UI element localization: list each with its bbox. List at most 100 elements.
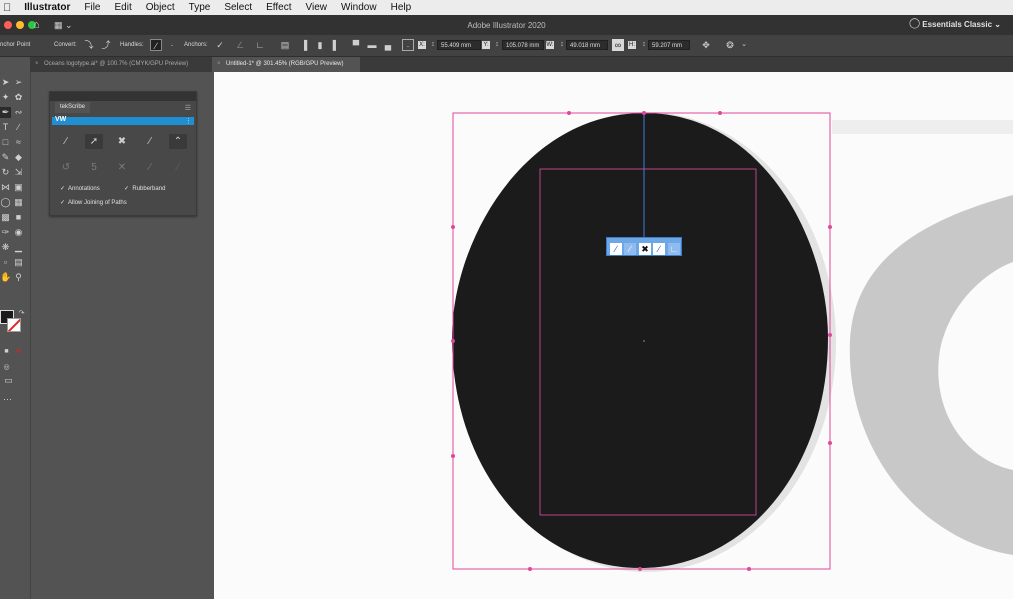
align-top-icon[interactable]: ▀ [350, 39, 362, 51]
panel-resize-icon[interactable]: ⋮ [185, 117, 192, 125]
bezier-handle-icon[interactable]: ∕ [169, 160, 187, 175]
convert-corner-icon[interactable]: ⤵ [83, 39, 95, 51]
lasso-tool-icon[interactable]: ✿ [13, 92, 24, 103]
straight-segment-icon[interactable]: ∕ [57, 134, 75, 149]
hide-handles-icon[interactable]: · [166, 39, 178, 51]
show-handles-icon[interactable]: ∕ [150, 39, 162, 51]
column-graph-tool-icon[interactable]: ▁ [13, 242, 24, 253]
perspective-grid-tool-icon[interactable]: ▦ [13, 197, 24, 208]
color-mode-icon[interactable]: ■ [1, 346, 12, 357]
menu-window[interactable]: Window [334, 0, 384, 15]
curvature-tool-icon[interactable]: ∾ [13, 107, 24, 118]
curve-handle-icon[interactable]: ∕ [653, 243, 665, 255]
rotate-tool-icon[interactable]: ↻ [0, 167, 11, 178]
pencil-tool-icon[interactable]: ✎ [0, 152, 11, 163]
constrain-proportions-icon[interactable]: ∞ [612, 39, 624, 51]
remove-anchor-icon[interactable]: ✓ [214, 39, 226, 51]
menu-select[interactable]: Select [217, 0, 259, 15]
hand-tool-icon[interactable]: ✋ [0, 272, 11, 283]
delete-segment-icon[interactable]: ✖ [113, 134, 131, 149]
tekscribe-mini-widget[interactable]: ∕ ∕ ✖ ∕ ∟ [606, 237, 682, 256]
workspace-switcher[interactable]: Essentials Classic ⌄ [922, 20, 1001, 29]
line-tool-icon[interactable]: ∕ [13, 122, 24, 133]
align-hcenter-icon[interactable]: ▮ [314, 39, 326, 51]
draw-mode-icon[interactable]: ◎ [1, 362, 12, 373]
close-tab-icon[interactable]: × [35, 57, 39, 72]
menu-effect[interactable]: Effect [259, 0, 298, 15]
smooth-handle-icon[interactable]: ∕ [141, 134, 159, 149]
panel-drag-bar[interactable] [50, 92, 196, 101]
rubberband-checkbox[interactable]: ✓ Rubberband [124, 185, 165, 192]
curve-segment-icon[interactable]: ∕ [624, 243, 636, 255]
align-right-icon[interactable]: ▌ [330, 39, 342, 51]
convert-smooth-icon[interactable]: ⤴ [100, 39, 112, 51]
tab-oceans-logotype[interactable]: × Oceans logotype.ai* @ 100.7% (CMYK/GPU… [30, 57, 212, 72]
menu-illustrator[interactable]: Illustrator [17, 0, 77, 15]
transform-icon[interactable]: ✥ [700, 39, 712, 51]
shape-builder-tool-icon[interactable]: ◯ [0, 197, 11, 208]
stroke-swatch[interactable] [7, 318, 21, 332]
none-mode-icon[interactable]: ⊘ [13, 346, 24, 357]
w-field[interactable]: 49.018 mm [566, 40, 608, 50]
h-field[interactable]: 59.207 mm [648, 40, 690, 50]
delete-segment-icon[interactable]: ✖ [639, 243, 651, 255]
knife-icon[interactable]: ∕ [141, 160, 159, 175]
close-tab-icon[interactable]: × [217, 57, 221, 72]
connect-anchors-icon[interactable]: ∠ [234, 39, 246, 51]
cut-path-icon[interactable]: ∟ [254, 39, 266, 51]
selection-tool-icon[interactable]: ➤ [0, 77, 11, 88]
y-field[interactable]: 105.078 mm [502, 40, 544, 50]
menu-object[interactable]: Object [139, 0, 182, 15]
align-vcenter-icon[interactable]: ▬ [366, 39, 378, 51]
menu-file[interactable]: File [77, 0, 107, 15]
black-egg-shape[interactable] [452, 113, 828, 568]
edit-toolbar-icon[interactable]: ⋯ [2, 394, 13, 405]
paintbrush-tool-icon[interactable]: ≈ [13, 137, 24, 148]
eyedropper-tool-icon[interactable]: ✑ [0, 227, 11, 238]
x-field[interactable]: 55.409 mm [437, 40, 481, 50]
curved-segment-icon[interactable]: ➚ [85, 134, 103, 149]
rectangle-tool-icon[interactable]: □ [0, 137, 11, 148]
blend-tool-icon[interactable]: ◉ [13, 227, 24, 238]
magic-wand-tool-icon[interactable]: ✦ [0, 92, 11, 103]
more-options-chevron-icon[interactable]: ⌄ [738, 39, 750, 51]
menu-help[interactable]: Help [384, 0, 419, 15]
pen-tool-icon[interactable]: ✒ [0, 107, 11, 118]
cross-path-icon[interactable]: ✕ [113, 160, 131, 175]
align-bottom-icon[interactable]: ▄ [382, 39, 394, 51]
corner-point-icon[interactable]: ⌃ [169, 134, 187, 149]
panel-menu-icon[interactable]: ☰ [185, 104, 191, 112]
apple-icon[interactable]:  [0, 2, 17, 14]
align-left-icon[interactable]: ▐ [298, 39, 310, 51]
width-tool-icon[interactable]: ⋈ [0, 182, 11, 193]
align-dropdown-icon[interactable]: ▤ [279, 39, 291, 51]
line-segment-icon[interactable]: ∕ [610, 243, 622, 255]
canvas[interactable] [214, 72, 1013, 599]
lightbulb-icon[interactable]: ◯ [909, 18, 920, 29]
type-tool-icon[interactable]: T [0, 122, 11, 133]
tab-untitled-1[interactable]: × Untitled-1* @ 301.45% (RGB/GPU Preview… [212, 57, 360, 72]
direct-selection-tool-icon[interactable]: ➢ [13, 77, 24, 88]
swap-fill-stroke-icon[interactable]: ↷ [16, 308, 27, 319]
menu-edit[interactable]: Edit [108, 0, 139, 15]
reference-point-icon[interactable]: · [402, 39, 414, 51]
panel-title[interactable]: tekScribe [55, 102, 91, 113]
symbol-sprayer-tool-icon[interactable]: ❋ [0, 242, 11, 253]
slice-tool-icon[interactable]: ▤ [13, 257, 24, 268]
scale-tool-icon[interactable]: ⇲ [13, 167, 24, 178]
menu-type[interactable]: Type [182, 0, 218, 15]
screen-mode-icon[interactable]: ▭ [3, 375, 14, 386]
allow-joining-checkbox[interactable]: ✓ Allow Joining of Paths [60, 199, 127, 206]
annotations-checkbox[interactable]: ✓ Annotations [60, 185, 100, 192]
isolate-icon[interactable]: ❂ [724, 39, 736, 51]
mesh-tool-icon[interactable]: ▩ [0, 212, 11, 223]
eraser-tool-icon[interactable]: ◆ [13, 152, 24, 163]
free-transform-tool-icon[interactable]: ▣ [13, 182, 24, 193]
gradient-tool-icon[interactable]: ■ [13, 212, 24, 223]
zoom-tool-icon[interactable]: ⚲ [13, 272, 24, 283]
menu-view[interactable]: View [299, 0, 335, 15]
reverse-direction-icon[interactable]: ↺ [57, 160, 75, 175]
artboard-tool-icon[interactable]: ▫ [0, 257, 11, 268]
corner-handle-icon[interactable]: ∟ [668, 243, 680, 255]
split-number-label[interactable]: 5 [85, 160, 103, 175]
